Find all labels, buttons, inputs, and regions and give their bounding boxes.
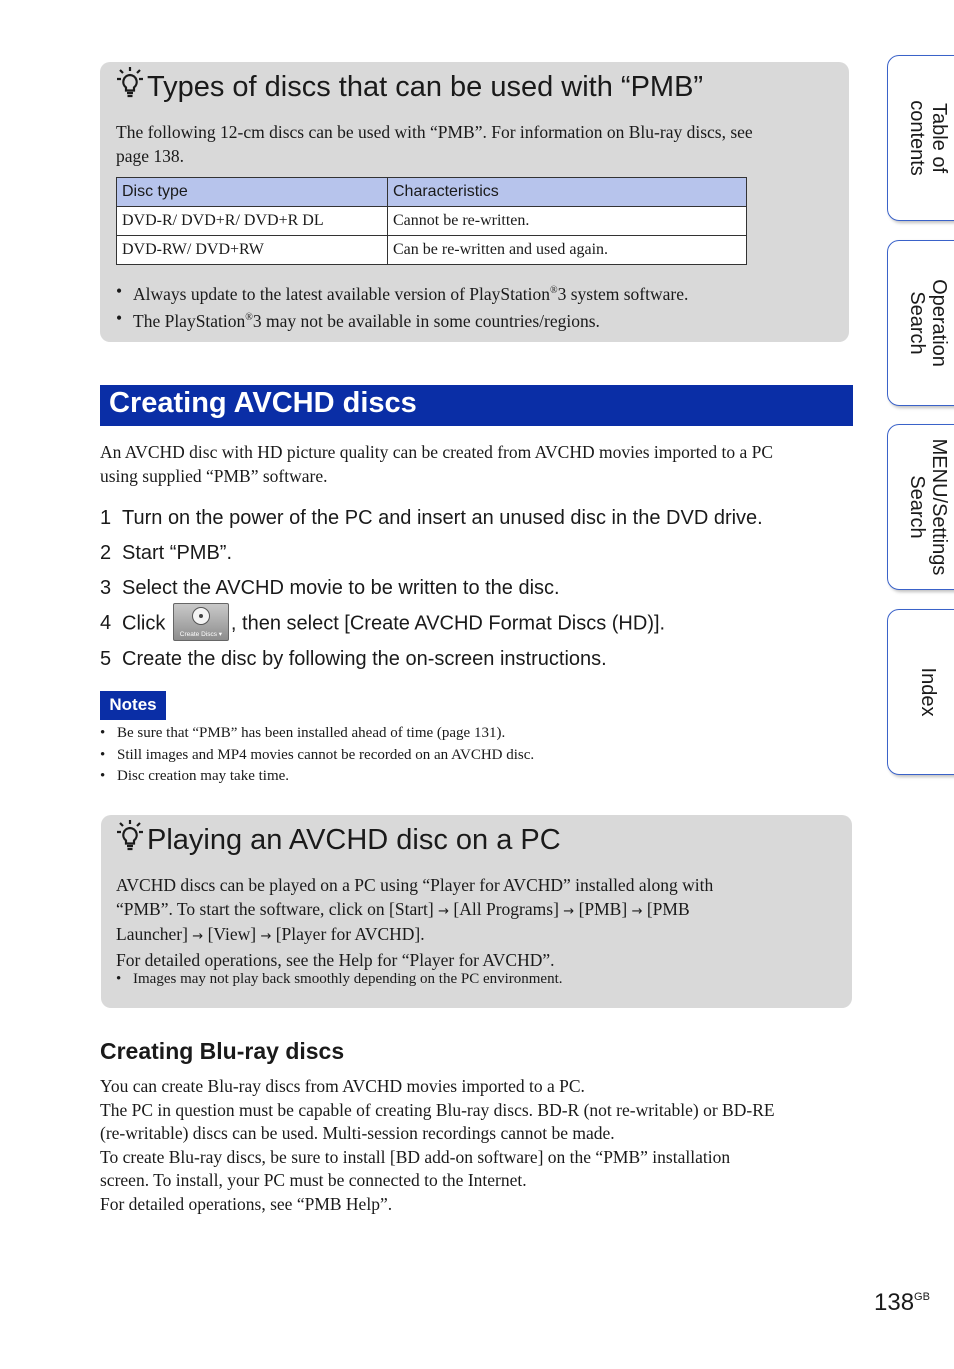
hint-lightbulb-icon [117, 820, 143, 851]
tab-table-of-contents[interactable]: Table of contents [887, 55, 954, 221]
table-row: DVD-RW/ DVD+RW Can be re-written and use… [116, 235, 747, 265]
table-header-row: Disc type Characteristics [116, 177, 747, 207]
bluray-text: You can create Blu-ray discs from AVCHD … [100, 1076, 775, 1214]
step-3: 3 Select the AVCHD movie to be written to… [100, 577, 560, 599]
table-header-disc-type: Disc type [116, 177, 388, 207]
avchd-notes-list: Be sure that “PMB” has been installed ah… [100, 723, 534, 788]
tab-index[interactable]: Index [887, 609, 954, 775]
create-discs-button[interactable]: Create Discs ▾ [172, 603, 229, 641]
note-item: Be sure that “PMB” has been installed ah… [100, 723, 534, 745]
pmb-discs-title: Types of discs that can be used with “PM… [115, 66, 703, 104]
arrow-right-icon: → [260, 929, 272, 944]
arrow-right-icon: → [192, 929, 204, 944]
disc-type-table: Disc type Characteristics DVD-R/ DVD+R/ … [116, 177, 747, 265]
bullet-item: The PlayStation®3 may not be available i… [116, 306, 688, 333]
bullet-item: Always update to the latest available ve… [116, 279, 688, 306]
table-cell: DVD-R/ DVD+R/ DVD+R DL [116, 206, 388, 236]
table-cell: Can be re-written and used again. [387, 235, 747, 265]
avchd-section-heading: Creating AVCHD discs [100, 385, 853, 426]
step-5: 5 Create the disc by following the on-scr… [100, 648, 607, 670]
tab-operation-search[interactable]: Operation Search [887, 240, 954, 406]
arrow-right-icon: → [563, 903, 575, 919]
playing-avchd-bullets: Images may not play back smoothly depend… [116, 969, 563, 991]
playing-avchd-title: Playing an AVCHD disc on a PC [115, 819, 561, 857]
note-item: Disc creation may take time. [100, 766, 534, 788]
bluray-heading: Creating Blu-ray discs [100, 1038, 345, 1064]
table-cell: DVD-RW/ DVD+RW [116, 235, 388, 265]
step-4: 4 Click Create Discs ▾, then select [Crea… [100, 603, 665, 643]
hint-lightbulb-icon [117, 67, 143, 98]
table-cell: Cannot be re-written. [387, 206, 747, 236]
start-path-line: “PMB”. To start the software, click on [… [116, 898, 690, 919]
tab-menu-settings-search[interactable]: MENU/Settings Search [887, 424, 954, 590]
start-path-line-continued: Launcher] → [View] → [Player for AVCHD]. [116, 924, 425, 944]
pmb-discs-intro: The following 12-cm discs can be used wi… [116, 122, 753, 166]
table-row: DVD-R/ DVD+R/ DVD+R DL Cannot be re-writ… [116, 206, 747, 236]
arrow-right-icon: → [631, 903, 643, 919]
note-item: Still images and MP4 movies cannot be re… [100, 745, 534, 767]
bullet-item: Images may not play back smoothly depend… [116, 969, 563, 991]
table-header-characteristics: Characteristics [387, 177, 747, 207]
playing-avchd-text: AVCHD discs can be played on a PC using … [116, 875, 714, 970]
avchd-intro: An AVCHD disc with HD picture quality ca… [100, 442, 774, 486]
step-2: 2 Start “PMB”. [100, 542, 233, 564]
notes-badge: Notes [100, 691, 166, 720]
arrow-right-icon: → [438, 903, 450, 919]
page-number: 138GB [874, 1289, 930, 1316]
step-1: 1 Turn on the power of the PC and insert … [100, 507, 763, 529]
pmb-discs-bullets: Always update to the latest available ve… [116, 279, 688, 333]
disc-icon [191, 607, 210, 625]
